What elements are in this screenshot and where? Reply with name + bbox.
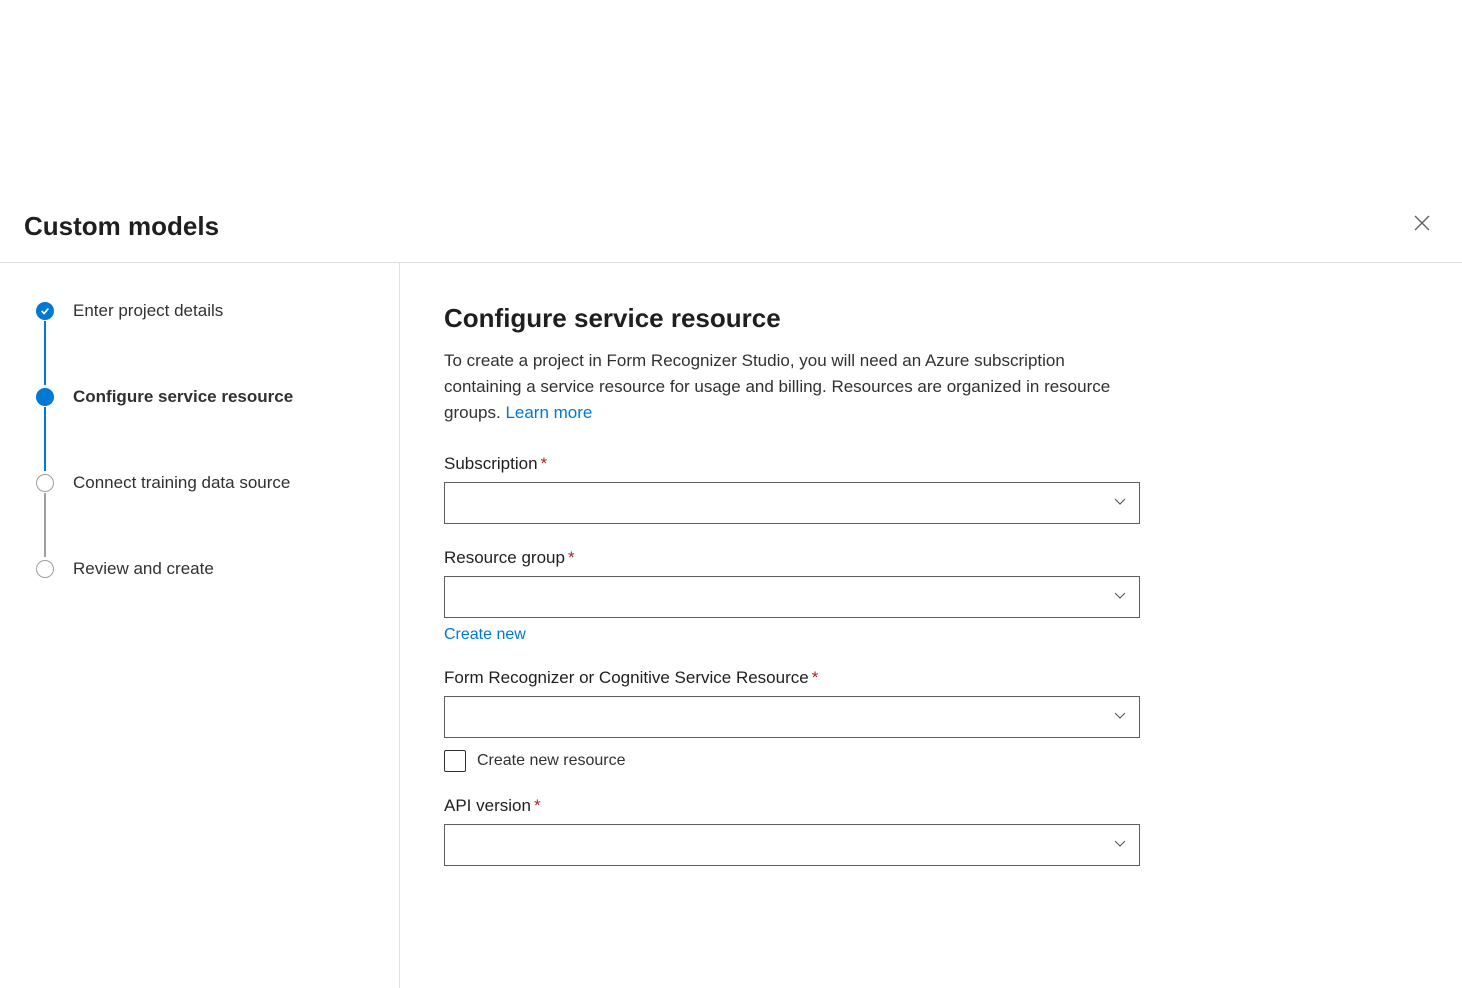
resource-group-dropdown[interactable] [444, 576, 1140, 618]
section-description: To create a project in Form Recognizer S… [444, 348, 1144, 426]
api-version-dropdown[interactable] [444, 824, 1140, 866]
label-text: Form Recognizer or Cognitive Service Res… [444, 668, 809, 687]
api-version-label: API version* [444, 796, 1140, 816]
step-wrapper: Connect training data source [36, 471, 375, 557]
step-connect-training-data[interactable]: Connect training data source [36, 471, 375, 495]
label-text: Resource group [444, 548, 565, 567]
step-connector [44, 321, 46, 385]
required-indicator: * [541, 454, 548, 473]
main-panel: Configure service resource To create a p… [400, 263, 1462, 988]
label-text: Subscription [444, 454, 538, 473]
chevron-down-icon [1113, 708, 1127, 727]
step-review-and-create[interactable]: Review and create [36, 557, 375, 581]
api-version-field-group: API version* [444, 796, 1140, 866]
pending-step-icon [36, 560, 54, 578]
required-indicator: * [568, 548, 575, 567]
required-indicator: * [534, 796, 541, 815]
create-new-resource-label[interactable]: Create new resource [477, 752, 626, 770]
active-step-icon [36, 388, 54, 406]
close-button[interactable] [1406, 207, 1438, 242]
step-wrapper: Enter project details [36, 299, 375, 385]
step-connector [44, 493, 46, 557]
learn-more-link[interactable]: Learn more [505, 403, 592, 422]
header-inner: Custom models [24, 207, 1438, 262]
resource-group-label: Resource group* [444, 548, 1140, 568]
step-label: Enter project details [73, 299, 223, 323]
label-text: API version [444, 796, 531, 815]
page-title: Custom models [24, 211, 219, 242]
step-label: Configure service resource [73, 385, 293, 409]
subscription-field-group: Subscription* [444, 454, 1140, 524]
step-connector [44, 407, 46, 471]
subscription-dropdown[interactable] [444, 482, 1140, 524]
create-new-row: Create new [444, 626, 1140, 644]
create-new-resource-row: Create new resource [444, 750, 1140, 772]
close-icon [1414, 219, 1430, 234]
chevron-down-icon [1113, 836, 1127, 855]
dialog-header: Custom models [0, 0, 1462, 263]
content: Enter project details Configure service … [0, 263, 1462, 988]
resource-group-field-group: Resource group* Create new [444, 548, 1140, 644]
required-indicator: * [812, 668, 819, 687]
pending-step-icon [36, 474, 54, 492]
service-resource-dropdown[interactable] [444, 696, 1140, 738]
create-new-resource-checkbox[interactable] [444, 750, 466, 772]
step-label: Connect training data source [73, 471, 290, 495]
step-wrapper: Configure service resource [36, 385, 375, 471]
subscription-label: Subscription* [444, 454, 1140, 474]
section-title: Configure service resource [444, 303, 1418, 334]
chevron-down-icon [1113, 494, 1127, 513]
wizard-steps-sidebar: Enter project details Configure service … [0, 263, 400, 988]
create-new-resource-group-link[interactable]: Create new [444, 626, 526, 643]
check-icon [36, 302, 54, 320]
service-resource-field-group: Form Recognizer or Cognitive Service Res… [444, 668, 1140, 772]
step-configure-service-resource[interactable]: Configure service resource [36, 385, 375, 409]
chevron-down-icon [1113, 588, 1127, 607]
step-enter-project-details[interactable]: Enter project details [36, 299, 375, 323]
step-label: Review and create [73, 557, 214, 581]
step-wrapper: Review and create [36, 557, 375, 581]
service-resource-label: Form Recognizer or Cognitive Service Res… [444, 668, 1140, 688]
